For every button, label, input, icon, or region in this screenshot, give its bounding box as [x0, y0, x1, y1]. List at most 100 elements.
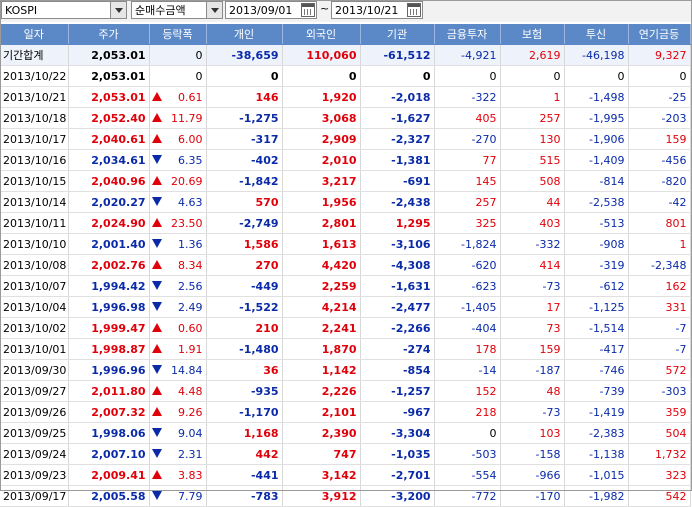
- date-range-separator: ~: [320, 2, 330, 15]
- cell-chg: 14.84: [149, 359, 207, 381]
- cell-price: 2,007.10: [68, 443, 150, 465]
- table-row[interactable]: 2013/10/18 2,052.40 11.79 -1,275 3,068 -1,627…: [0, 107, 691, 129]
- table-row[interactable]: 2013/09/25 1,998.06 9.04 1,168 2,390 -3,304 0 1…: [0, 422, 691, 444]
- cell-trust: -1,015: [564, 464, 629, 486]
- table-row[interactable]: 2013/10/04 1,996.98 2.49 -1,522 4,214 -2,477 -…: [0, 296, 691, 318]
- cell-pens: 162: [628, 275, 691, 297]
- cell-value: 257: [475, 195, 497, 209]
- table-row[interactable]: 2013/09/23 2,009.41 3.83 -441 3,142 -2,701 -55…: [0, 464, 691, 486]
- cell-value: -2,327: [391, 132, 431, 146]
- table-row[interactable]: 2013/10/22 2,053.01 0 0 0 0 0 0 0 0: [0, 65, 691, 87]
- type-select[interactable]: 순매수금액: [131, 1, 223, 19]
- cell-inst: -2,266: [360, 317, 435, 339]
- cell-value: 159: [539, 342, 561, 356]
- cell-pens: -456: [628, 149, 691, 171]
- start-date-field[interactable]: 2013/09/01: [225, 1, 317, 19]
- table-row[interactable]: 2013/10/01 1,998.87 1.91 -1,480 1,870 -274 178…: [0, 338, 691, 360]
- table-row[interactable]: 2013/09/26 2,007.32 9.26 -1,170 2,101 -967 218…: [0, 401, 691, 423]
- cell-value: -908: [599, 237, 625, 251]
- cell-price: 1,999.47: [68, 317, 150, 339]
- chevron-down-icon[interactable]: [110, 2, 126, 18]
- cell-value: 542: [665, 489, 687, 503]
- cell-value: -1,405: [461, 300, 497, 314]
- calendar-icon[interactable]: [301, 3, 315, 17]
- cell-chg: 4.48: [149, 380, 207, 402]
- cell-value: -1,522: [239, 300, 279, 314]
- toolbar: KOSPI 순매수금액 2013/09/01 ~ 2013/10/21: [0, 0, 692, 22]
- cell-frn: 2,801: [282, 212, 361, 234]
- cell-fin: -4,921: [434, 44, 501, 66]
- cell-price: 2,020.27: [68, 191, 150, 213]
- cell-ind: -1,480: [206, 338, 283, 360]
- cell-value: -449: [250, 279, 279, 293]
- market-select[interactable]: KOSPI: [1, 1, 127, 19]
- table-row[interactable]: 2013/10/08 2,002.76 8.34 270 4,420 -4,308 -620…: [0, 254, 691, 276]
- column-header-individual[interactable]: 개인: [206, 24, 283, 45]
- column-header-price[interactable]: 주가: [68, 24, 150, 45]
- cell-ind: -1,842: [206, 170, 283, 192]
- cell-value: 2,053.01: [91, 69, 146, 83]
- table-row[interactable]: 2013/10/16 2,034.61 6.35 -402 2,010 -1,381 77 5…: [0, 149, 691, 171]
- column-header-insurance[interactable]: 보험: [500, 24, 565, 45]
- cell-trust: -513: [564, 212, 629, 234]
- investor-trading-table: 일자 주가 등락폭 개인 외국인 기관 금융투자 보험 투신 연기금등 기간합계…: [0, 24, 691, 507]
- table-row[interactable]: 2013/10/02 1,999.47 0.60 210 2,241 -2,266 -404…: [0, 317, 691, 339]
- chevron-down-icon[interactable]: [206, 2, 222, 18]
- cell-value: 0: [195, 48, 203, 62]
- column-header-institution[interactable]: 기관: [360, 24, 435, 45]
- cell-value: 210: [255, 321, 279, 335]
- cell-inst: -1,627: [360, 107, 435, 129]
- cell-value: 11.79: [171, 111, 203, 125]
- table-row[interactable]: 2013/10/14 2,020.27 4.63 570 1,956 -2,438 257 4…: [0, 191, 691, 213]
- cell-date: 2013/10/07: [0, 275, 69, 297]
- cell-value: 0: [489, 69, 497, 83]
- cell-value: -503: [471, 447, 497, 461]
- cell-pens: -203: [628, 107, 691, 129]
- table-row[interactable]: 2013/10/07 1,994.42 2.56 -449 2,259 -1,631 -62…: [0, 275, 691, 297]
- column-header-date[interactable]: 일자: [0, 24, 69, 45]
- cell-value: 20.69: [171, 174, 203, 188]
- table-row[interactable]: 2013/10/15 2,040.96 20.69 -1,842 3,217 -691 14…: [0, 170, 691, 192]
- cell-value: -1,982: [589, 489, 625, 503]
- column-header-foreign[interactable]: 외국인: [282, 24, 361, 45]
- cell-value: 2,009.41: [91, 468, 146, 482]
- cell-date: 2013/10/18: [0, 107, 69, 129]
- cell-value: -1,995: [589, 111, 625, 125]
- cell-fin: 0: [434, 422, 501, 444]
- cell-value: 2,010: [321, 153, 357, 167]
- cell-frn: 2,010: [282, 149, 361, 171]
- cell-frn: 2,909: [282, 128, 361, 150]
- table-row[interactable]: 2013/10/10 2,001.40 1.36 1,586 1,613 -3,106 -1…: [0, 233, 691, 255]
- column-header-financial-investment[interactable]: 금융투자: [434, 24, 501, 45]
- cell-value: 2013/10/07: [3, 279, 67, 293]
- table-row[interactable]: 2013/10/17 2,040.61 6.00 -317 2,909 -2,327 -27…: [0, 128, 691, 150]
- column-header-pension[interactable]: 연기금등: [628, 24, 691, 45]
- column-header-change[interactable]: 등락폭: [149, 24, 207, 45]
- cell-value: -1,015: [589, 468, 625, 482]
- table-row[interactable]: 기간합계 2,053.01 0 -38,659 110,060 -61,512 -4,921…: [0, 44, 691, 66]
- cell-value: -2,438: [391, 195, 431, 209]
- cell-price: 2,053.01: [68, 65, 150, 87]
- table-row[interactable]: 2013/09/24 2,007.10 2.31 442 747 -1,035 -503 -1…: [0, 443, 691, 465]
- table-row[interactable]: 2013/10/21 2,053.01 0.61 146 1,920 -2,018 -322…: [0, 86, 691, 108]
- cell-pens: 1,732: [628, 443, 691, 465]
- column-header-investment-trust[interactable]: 투신: [564, 24, 629, 45]
- table-row[interactable]: 2013/09/27 2,011.80 4.48 -935 2,226 -1,257 152…: [0, 380, 691, 402]
- cell-frn: 4,214: [282, 296, 361, 318]
- cell-trust: -1,498: [564, 86, 629, 108]
- cell-inst: 1,295: [360, 212, 435, 234]
- cell-value: 1,996.98: [91, 300, 146, 314]
- cell-value: 2013/09/24: [3, 447, 67, 461]
- cell-value: -2,348: [651, 258, 687, 272]
- table-row[interactable]: 2013/10/11 2,024.90 23.50 -2,749 2,801 1,295 3…: [0, 212, 691, 234]
- cell-inst: -4,308: [360, 254, 435, 276]
- cell-value: -1,631: [391, 279, 431, 293]
- table-row[interactable]: 2013/09/30 1,996.96 14.84 36 1,142 -854 -14 -18…: [0, 359, 691, 381]
- calendar-icon[interactable]: [407, 3, 421, 17]
- cell-value: 23.50: [171, 216, 203, 230]
- cell-value: -1,035: [391, 447, 431, 461]
- end-date-field[interactable]: 2013/10/21: [331, 1, 423, 19]
- cell-value: 기간합계: [3, 49, 44, 62]
- table-row[interactable]: 2013/09/17 2,005.58 7.79 -783 3,912 -3,200 -77…: [0, 485, 691, 507]
- triangle-down-icon: [151, 302, 162, 311]
